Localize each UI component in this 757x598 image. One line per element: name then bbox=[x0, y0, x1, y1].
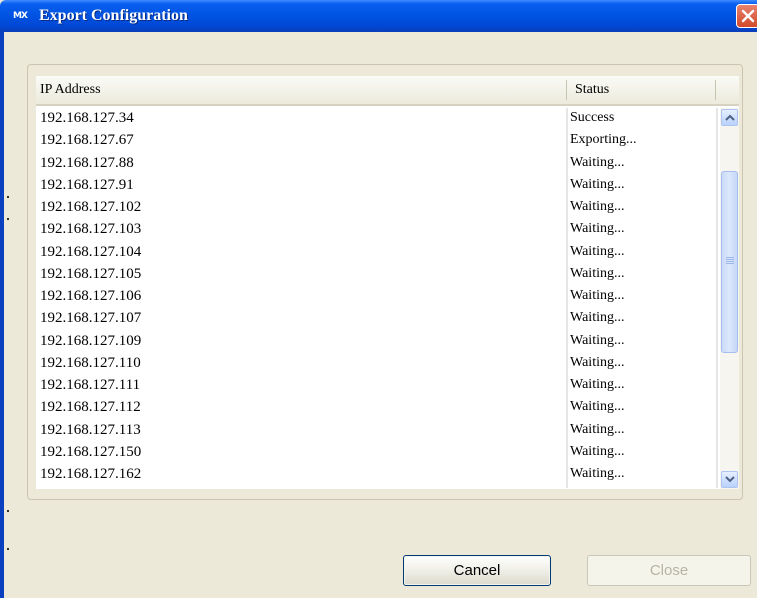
table-row[interactable]: 192.168.127.104 Waiting... bbox=[36, 242, 716, 264]
status-cell: Waiting... bbox=[570, 421, 625, 437]
ip-address-cell: 192.168.127.106 bbox=[40, 288, 142, 304]
table-row[interactable]: 192.168.127.34 Success bbox=[36, 108, 716, 130]
ip-address-cell: 192.168.127.67 bbox=[40, 132, 134, 149]
title-bar[interactable]: MX Export Configuration bbox=[0, 0, 757, 32]
chevron-down-icon bbox=[725, 476, 735, 483]
ip-address-cell: 192.168.127.112 bbox=[40, 399, 141, 416]
table-row[interactable]: 192.168.127.162 Waiting... bbox=[36, 464, 716, 486]
status-cell: Waiting... bbox=[570, 199, 625, 214]
ip-address-cell: 192.168.127.91 bbox=[40, 176, 134, 193]
status-cell: Waiting... bbox=[570, 377, 625, 392]
table-row[interactable]: 192.168.127.150 Waiting... bbox=[36, 442, 716, 464]
table-row[interactable]: 192.168.127.111 Waiting... bbox=[36, 375, 716, 397]
status-cell: Waiting... bbox=[570, 332, 625, 348]
export-configuration-dialog: MX Export Configuration IP Address Statu… bbox=[0, 0, 757, 598]
ip-address-cell: 192.168.127.102 bbox=[40, 199, 142, 215]
close-button[interactable]: Close bbox=[587, 555, 751, 586]
edge-mark bbox=[7, 510, 9, 512]
table-row[interactable]: 192.168.127.110 Waiting... bbox=[36, 353, 716, 375]
window-title: Export Configuration bbox=[39, 7, 188, 24]
ip-address-cell: 192.168.127.105 bbox=[40, 265, 142, 282]
status-cell: Waiting... bbox=[570, 243, 625, 259]
ip-address-cell: 192.168.127.111 bbox=[40, 377, 141, 393]
cancel-button[interactable]: Cancel bbox=[403, 555, 551, 586]
status-cell: Success bbox=[570, 110, 615, 125]
ip-status-table: IP Address Status 192.168.127.34 Success 1… bbox=[36, 76, 739, 489]
table-body: 192.168.127.34 Success 192.168.127.67 Expor… bbox=[36, 108, 716, 486]
status-cell: Waiting... bbox=[570, 310, 625, 326]
column-header-ip-address[interactable]: IP Address bbox=[40, 76, 568, 104]
scroll-down-button[interactable] bbox=[721, 471, 738, 488]
table-row[interactable]: 192.168.127.88 Waiting... bbox=[36, 153, 716, 175]
table-row[interactable]: 192.168.127.106 Waiting... bbox=[36, 286, 716, 308]
ip-address-cell: 192.168.127.110 bbox=[40, 354, 141, 371]
table-row[interactable]: 192.168.127.112 Waiting... bbox=[36, 397, 716, 419]
ip-address-cell: 192.168.127.104 bbox=[40, 243, 142, 260]
table-row[interactable]: 192.168.127.113 Waiting... bbox=[36, 420, 716, 442]
table-row[interactable]: 192.168.127.109 Waiting... bbox=[36, 331, 716, 353]
status-cell: Waiting... bbox=[570, 154, 625, 170]
status-cell: Exporting... bbox=[570, 132, 637, 148]
column-header-status[interactable]: Status bbox=[569, 76, 715, 104]
status-cell: Waiting... bbox=[570, 443, 625, 459]
table-row[interactable]: 192.168.127.107 Waiting... bbox=[36, 308, 716, 330]
ip-address-cell: 192.168.127.88 bbox=[40, 154, 134, 171]
edge-mark bbox=[7, 196, 9, 198]
status-cell: Waiting... bbox=[570, 288, 625, 303]
ip-address-cell: 192.168.127.109 bbox=[40, 332, 142, 349]
ip-address-cell: 192.168.127.113 bbox=[40, 421, 141, 438]
scroll-up-button[interactable] bbox=[721, 109, 738, 126]
close-icon bbox=[741, 9, 755, 23]
table-row[interactable]: 192.168.127.91 Waiting... bbox=[36, 175, 716, 197]
scroll-thumb[interactable] bbox=[721, 171, 738, 353]
ip-address-cell: 192.168.127.107 bbox=[40, 310, 142, 327]
edge-mark bbox=[7, 218, 9, 220]
column-gridline bbox=[716, 108, 718, 488]
edge-mark bbox=[7, 548, 9, 550]
ip-address-cell: 192.168.127.34 bbox=[40, 110, 134, 126]
status-cell: Waiting... bbox=[570, 466, 625, 481]
ip-address-cell: 192.168.127.162 bbox=[40, 466, 142, 482]
table-row[interactable]: 192.168.127.102 Waiting... bbox=[36, 197, 716, 219]
table-header: IP Address Status bbox=[36, 76, 739, 106]
column-divider[interactable] bbox=[715, 80, 716, 100]
status-cell: Waiting... bbox=[570, 265, 625, 281]
status-cell: Waiting... bbox=[570, 221, 625, 237]
table-row[interactable]: 192.168.127.105 Waiting... bbox=[36, 264, 716, 286]
vertical-scrollbar[interactable] bbox=[720, 108, 739, 489]
chevron-up-icon bbox=[725, 114, 735, 121]
ip-address-cell: 192.168.127.150 bbox=[40, 443, 142, 460]
window-close-button[interactable] bbox=[736, 4, 757, 28]
app-icon: MX bbox=[13, 11, 28, 21]
table-row[interactable]: 192.168.127.67 Exporting... bbox=[36, 130, 716, 152]
ip-address-cell: 192.168.127.103 bbox=[40, 221, 142, 238]
status-cell: Waiting... bbox=[570, 399, 625, 415]
window-border bbox=[0, 32, 4, 598]
column-divider[interactable] bbox=[566, 80, 567, 100]
status-cell: Waiting... bbox=[570, 176, 625, 192]
grip-icon bbox=[726, 257, 734, 264]
table-row[interactable]: 192.168.127.103 Waiting... bbox=[36, 219, 716, 241]
status-cell: Waiting... bbox=[570, 354, 625, 370]
